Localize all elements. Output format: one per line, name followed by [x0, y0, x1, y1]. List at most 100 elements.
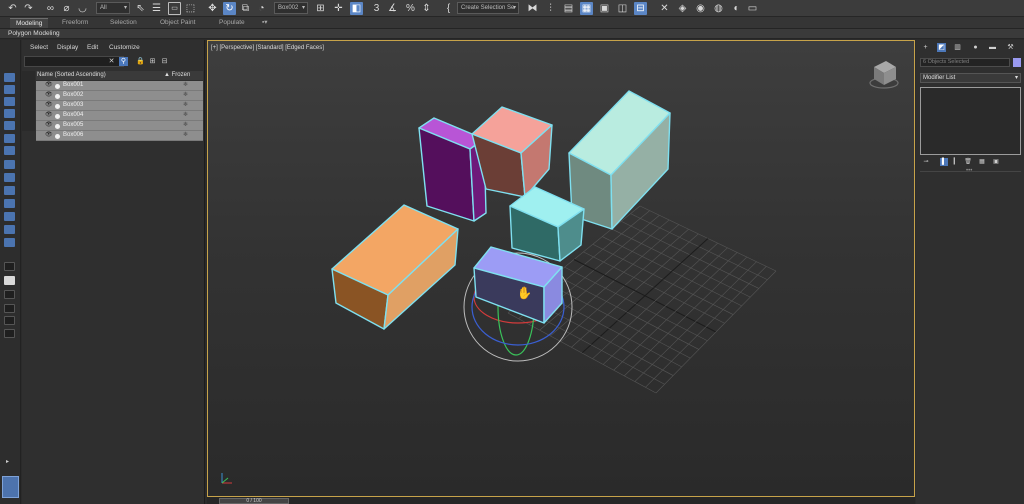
light-icon[interactable] — [4, 146, 15, 155]
spacewarp-icon[interactable] — [4, 173, 15, 182]
helper-icon[interactable] — [4, 121, 15, 130]
tab-populate[interactable]: Populate — [213, 18, 251, 28]
modify-tab-icon[interactable]: ◩ — [937, 43, 946, 52]
snowflake-icon[interactable]: ❄ — [183, 101, 188, 111]
table-row[interactable]: 👁 Box006 ❄ — [36, 131, 203, 141]
modifier-list-dropdown[interactable]: Modifier List ▾ — [920, 73, 1021, 83]
rect-region-icon[interactable]: ▭ — [168, 2, 181, 15]
undo-icon[interactable]: ↶ — [6, 2, 19, 15]
hierarchy-tab-icon[interactable]: ▥ — [953, 43, 962, 52]
pin-stack-icon[interactable]: ⊸ — [922, 158, 930, 166]
snap-3d-icon[interactable]: 3 — [370, 2, 383, 15]
modifier-stack[interactable] — [920, 87, 1021, 155]
render-production-icon[interactable]: ◐ — [730, 2, 743, 15]
frozen-icon[interactable] — [4, 225, 15, 234]
container-icon[interactable] — [4, 329, 15, 338]
funnel-icon[interactable] — [4, 316, 15, 325]
eye-icon[interactable]: 👁 — [45, 112, 53, 119]
remove-modifier-icon[interactable]: 🗑 — [964, 158, 972, 166]
menu-display[interactable]: Display — [57, 43, 78, 53]
snowflake-icon[interactable]: ❄ — [183, 111, 188, 121]
manipulate-icon[interactable]: ◧ — [350, 2, 363, 15]
render-iterative-icon[interactable]: ▭ — [746, 2, 759, 15]
maxscript-listener-button[interactable] — [2, 476, 19, 498]
bind-space-warp-icon[interactable]: ◡ — [76, 2, 89, 15]
ref-coord-icon[interactable]: ◔ — [255, 2, 268, 15]
select-icon[interactable] — [4, 73, 15, 82]
geometry-icon[interactable] — [4, 160, 15, 169]
make-unique-icon[interactable]: ▎ — [952, 158, 960, 166]
mirror-icon[interactable]: ⧓ — [526, 2, 539, 15]
percent-snap-icon[interactable]: % — [404, 2, 417, 15]
angle-snap-icon[interactable]: ∡ — [386, 2, 399, 15]
snowflake-icon[interactable]: ❄ — [183, 81, 188, 91]
snowflake-icon[interactable]: ❄ — [183, 131, 188, 141]
align-icon[interactable]: ⫶ — [544, 2, 557, 15]
filter-icon[interactable] — [4, 304, 15, 313]
object-name-field[interactable]: 6 Objects Selected — [920, 58, 1010, 67]
table-row[interactable]: 👁 Box003 ❄ — [36, 101, 203, 111]
column-name-header[interactable]: Name (Sorted Ascending) — [37, 71, 106, 80]
curve-editor-icon[interactable]: ◫ — [616, 2, 629, 15]
snowflake-icon[interactable]: ❄ — [183, 91, 188, 101]
layer-icon[interactable] — [4, 97, 15, 106]
bone-icon[interactable] — [4, 186, 15, 195]
table-row[interactable]: 👁 Box004 ❄ — [36, 111, 203, 121]
table-row[interactable]: 👁 Box002 ❄ — [36, 91, 203, 101]
eye-icon[interactable]: 👁 — [45, 92, 53, 99]
box006[interactable] — [568, 90, 671, 230]
ribbon-sub-label[interactable]: Polygon Modeling — [8, 29, 60, 39]
column-frozen-header[interactable]: ▲ Frozen — [164, 71, 190, 80]
render-setup-icon[interactable]: ◈ — [676, 2, 689, 15]
scale-icon[interactable]: ⧉ — [239, 2, 252, 15]
show-end-result-icon[interactable]: ▌ — [940, 158, 948, 166]
edit-named-selection-icon[interactable]: { — [442, 2, 455, 15]
table-row[interactable]: 👁 Box005 ❄ — [36, 121, 203, 131]
box003[interactable] — [471, 106, 553, 198]
table-row[interactable]: 👁 Box001 ❄ — [36, 81, 203, 91]
move-icon[interactable]: ✥ — [206, 2, 219, 15]
perspective-viewport[interactable]: ✋ [+] [Perspective] [Standard] [Edged Fa… — [207, 40, 915, 497]
viewport-label[interactable]: [+] [Perspective] [Standard] [Edged Face… — [211, 44, 324, 52]
eye-icon[interactable]: 👁 — [45, 132, 53, 139]
ribbon-icon[interactable]: ▣ — [598, 2, 611, 15]
link-icon[interactable]: ∞ — [44, 2, 57, 15]
create-selection-set-dropdown[interactable]: Create Selection Se ▾ — [457, 2, 519, 14]
material-editor-icon[interactable]: ✕ — [658, 2, 671, 15]
unlink-icon[interactable]: ⌀ — [60, 2, 73, 15]
utilities-tab-icon[interactable]: ⚒ — [1006, 43, 1015, 52]
menu-edit[interactable]: Edit — [87, 43, 98, 53]
eye-icon[interactable]: 👁 — [45, 122, 53, 129]
tab-freeform[interactable]: Freeform — [56, 18, 94, 28]
layer-manager-icon[interactable]: ⊟ — [160, 57, 169, 66]
tab-modeling[interactable]: Modeling — [10, 18, 49, 28]
hidden-icon[interactable] — [4, 238, 15, 247]
spinner-snap-icon[interactable]: ⇕ — [420, 2, 433, 15]
panel-resize-handle[interactable]: ••• — [966, 168, 972, 174]
page-icon[interactable] — [4, 276, 15, 285]
clear-search-icon[interactable]: ✕ — [107, 57, 116, 66]
display-icon[interactable] — [4, 85, 15, 94]
scene-explorer-icon[interactable]: ▦ — [580, 2, 593, 15]
motion-tab-icon[interactable]: ● — [971, 43, 980, 52]
xref-icon[interactable] — [4, 199, 15, 208]
select-by-name-icon[interactable]: ☰ — [150, 2, 163, 15]
eye-icon[interactable]: 👁 — [45, 102, 53, 109]
tab-object-paint[interactable]: Object Paint — [154, 18, 201, 28]
layers-icon[interactable]: ▤ — [562, 2, 575, 15]
group-icon[interactable] — [4, 212, 15, 221]
move-icon[interactable]: ✛ — [332, 2, 345, 15]
named-selection-dropdown[interactable]: Box002 ▾ — [274, 2, 308, 14]
rotate-icon[interactable]: ↻ — [223, 2, 236, 15]
redo-icon[interactable]: ↷ — [22, 2, 35, 15]
chevron-right-icon[interactable]: ▸ — [6, 458, 9, 465]
viewcube-icon[interactable] — [869, 61, 899, 89]
object-color-swatch[interactable] — [1013, 58, 1021, 67]
box001[interactable] — [331, 204, 459, 330]
pivot-icon[interactable]: ⊞ — [314, 2, 327, 15]
modifier-icon[interactable]: ▣ — [992, 158, 1000, 166]
selection-filter-dropdown[interactable]: All ▾ — [96, 2, 130, 14]
render-frame-icon[interactable]: ◉ — [694, 2, 707, 15]
render-icon[interactable]: ◍ — [712, 2, 725, 15]
toggle-icon[interactable] — [4, 262, 15, 271]
